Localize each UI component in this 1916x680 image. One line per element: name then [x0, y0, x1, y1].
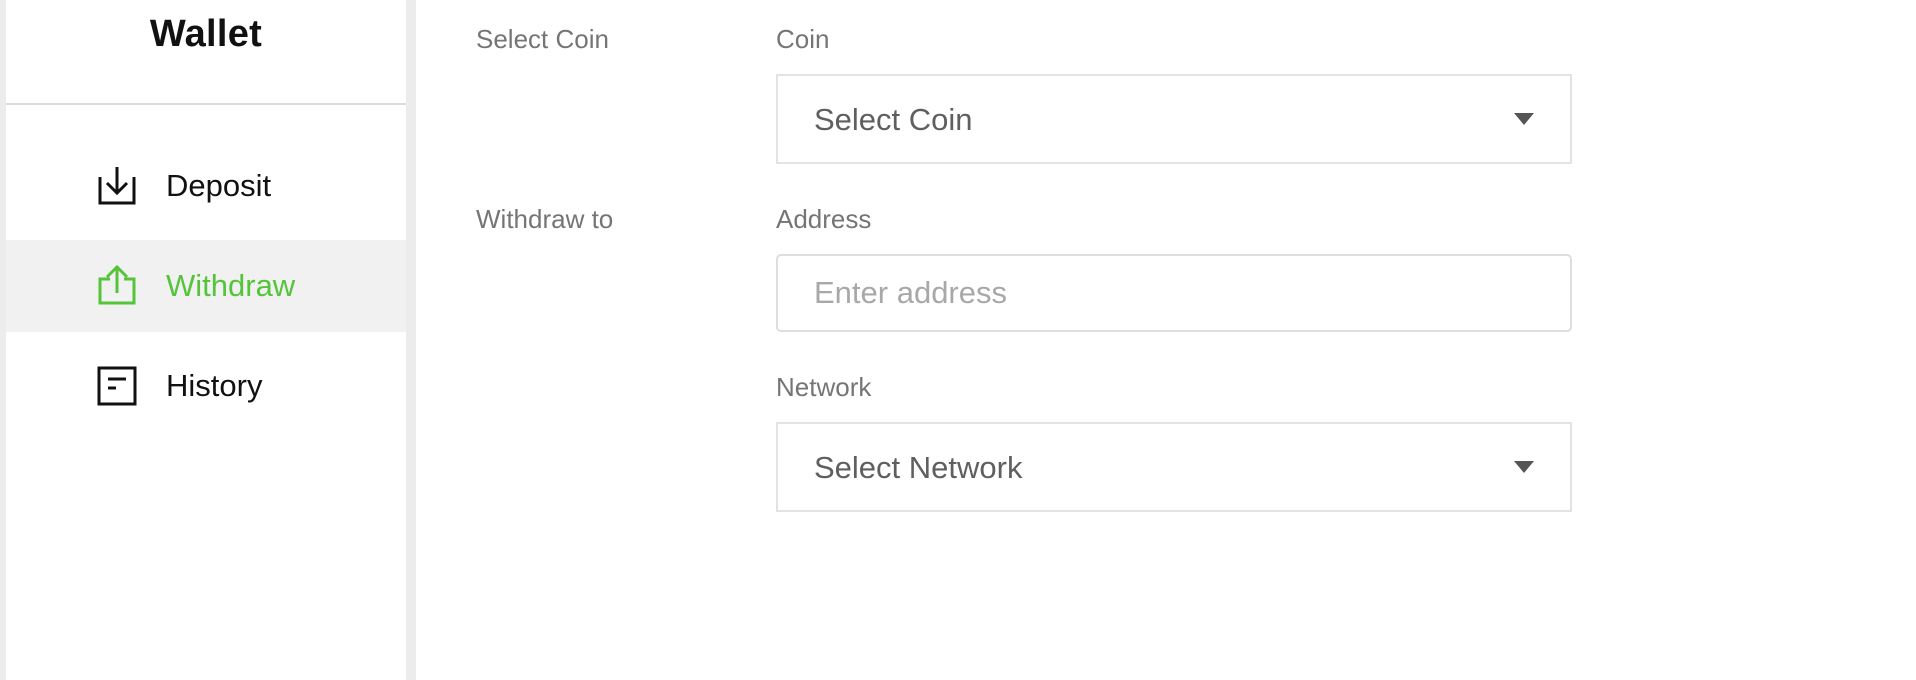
sidebar-item-label: Deposit — [166, 168, 272, 203]
sidebar-item-deposit[interactable]: Deposit — [6, 140, 406, 232]
history-icon — [97, 366, 137, 406]
select-coin-section-label: Select Coin — [476, 24, 609, 54]
address-label: Address — [776, 204, 872, 234]
network-select-value: Select Network — [814, 450, 1023, 485]
sidebar-item-withdraw[interactable]: Withdraw — [6, 240, 406, 332]
address-input[interactable] — [776, 254, 1572, 332]
sidebar-item-label: Withdraw — [166, 268, 296, 303]
network-label: Network — [776, 372, 872, 402]
coin-label: Coin — [776, 24, 830, 54]
coin-select[interactable]: Select Coin — [776, 74, 1572, 164]
coin-select-value: Select Coin — [814, 102, 973, 137]
withdraw-icon — [98, 264, 136, 305]
wallet-page: Wallet Deposit Withdraw History Select C… — [0, 0, 1916, 680]
sidebar: Wallet Deposit Withdraw History — [6, 0, 406, 680]
withdraw-to-section-label: Withdraw to — [476, 204, 614, 234]
sidebar-title: Wallet — [149, 13, 263, 55]
caret-down-icon — [1514, 461, 1534, 473]
caret-down-icon — [1514, 113, 1534, 125]
network-select[interactable]: Select Network — [776, 422, 1572, 512]
sidebar-item-label: History — [166, 368, 263, 403]
sidebar-header: Wallet — [6, 0, 406, 105]
withdraw-form: Select Coin Coin Select Coin Withdraw to… — [416, 0, 1916, 680]
sidebar-divider — [406, 0, 416, 680]
sidebar-item-history[interactable]: History — [6, 340, 406, 432]
deposit-icon — [98, 167, 136, 205]
